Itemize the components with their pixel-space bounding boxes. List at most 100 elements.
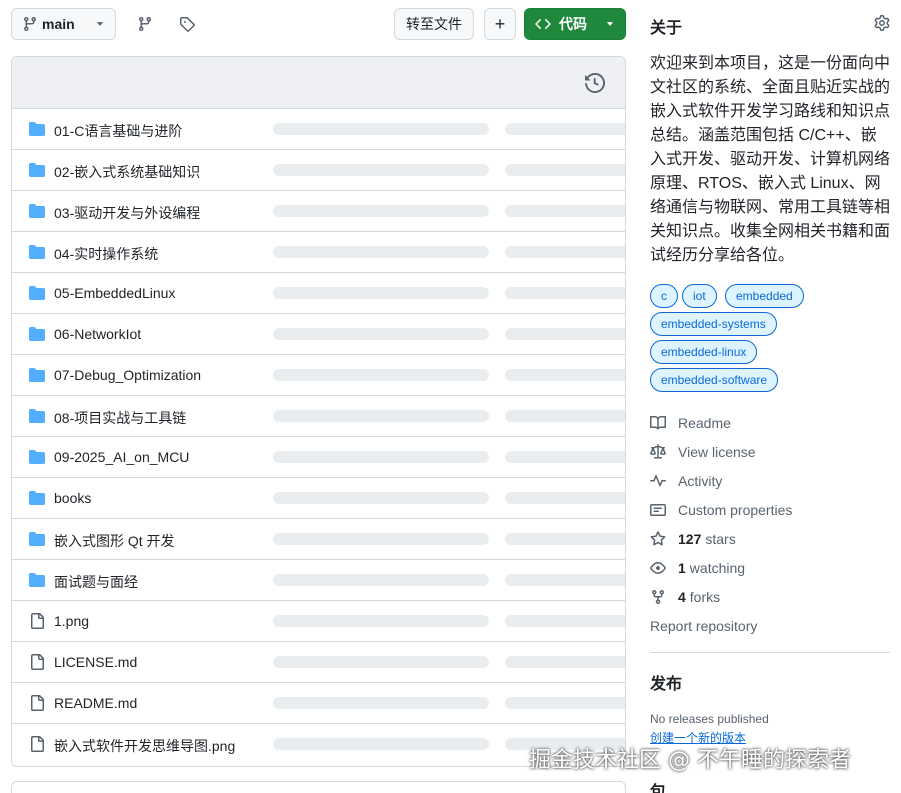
folder-icon — [29, 573, 45, 587]
file-name-link[interactable]: 03-驱动开发与外设编程 — [54, 203, 200, 223]
file-table-header — [12, 57, 625, 109]
file-row[interactable]: 02-嵌入式系统基础知识 — [12, 150, 625, 191]
commit-date-placeholder — [505, 328, 625, 340]
file-row[interactable]: README.md — [12, 683, 625, 724]
file-name-link[interactable]: LICENSE.md — [54, 654, 137, 670]
caret-down-icon — [96, 22, 104, 26]
commit-message-placeholder — [273, 451, 489, 463]
commit-message-placeholder — [273, 697, 489, 709]
code-button[interactable]: 代码 — [524, 8, 626, 40]
file-row[interactable]: 03-驱动开发与外设编程 — [12, 191, 625, 232]
readme-link-label: Readme — [678, 415, 731, 431]
add-file-button[interactable]: + — [484, 8, 516, 40]
commit-message-placeholder — [273, 246, 489, 258]
readme-link[interactable]: Readme — [650, 412, 890, 434]
releases-heading[interactable]: 发布 — [650, 670, 682, 694]
license-link-label: View license — [678, 444, 756, 460]
branch-label: main — [42, 16, 75, 32]
commit-message-placeholder — [273, 533, 489, 545]
file-row[interactable]: 07-Debug_Optimization — [12, 355, 625, 396]
file-row[interactable]: 04-实时操作系统 — [12, 232, 625, 273]
stars-label: stars — [705, 531, 736, 547]
topic-tag[interactable]: iot — [682, 284, 717, 308]
file-name-link[interactable]: books — [54, 490, 91, 506]
commit-date-placeholder — [505, 451, 625, 463]
file-name-link[interactable]: 01-C语言基础与进阶 — [54, 121, 182, 141]
custom-properties-label: Custom properties — [678, 502, 793, 518]
file-row[interactable]: 1.png — [12, 601, 625, 642]
folder-icon — [29, 122, 45, 136]
pulse-icon — [650, 475, 666, 487]
file-name-link[interactable]: 06-NetworkIot — [54, 326, 141, 342]
folder-icon — [29, 450, 45, 464]
topic-tag[interactable]: embedded — [725, 284, 804, 308]
forks-link[interactable]: 4 forks — [650, 586, 890, 608]
file-rows: 01-C语言基础与进阶 02-嵌入式系统基础知识 03-驱动开发与外设编程 04-实时… — [12, 109, 625, 765]
file-name-link[interactable]: 02-嵌入式系统基础知识 — [54, 162, 200, 182]
file-row[interactable]: 06-NetworkIot — [12, 314, 625, 355]
about-heading: 关于 — [650, 20, 683, 37]
topic-tag[interactable]: c — [650, 284, 678, 308]
topic-tag[interactable]: embedded-linux — [650, 340, 758, 364]
law-icon — [650, 444, 666, 459]
file-name-link[interactable]: README.md — [54, 695, 137, 711]
packages-heading[interactable]: 包 — [650, 778, 666, 793]
file-table: 01-C语言基础与进阶 02-嵌入式系统基础知识 03-驱动开发与外设编程 04-实时… — [11, 56, 626, 767]
file-name-link[interactable]: 08-项目实战与工具链 — [54, 408, 186, 428]
custom-properties-link[interactable]: Custom properties — [650, 499, 890, 521]
file-row[interactable]: 05-EmbeddedLinux — [12, 273, 625, 314]
branches-link[interactable] — [129, 8, 161, 40]
file-row[interactable]: 09-2025_AI_on_MCU — [12, 437, 625, 478]
file-row[interactable]: 08-项目实战与工具链 — [12, 396, 625, 437]
commit-date-placeholder — [505, 164, 625, 176]
topic-tag[interactable]: embedded-systems — [650, 312, 777, 336]
topic-tag[interactable]: embedded-software — [650, 368, 779, 392]
report-repository-link[interactable]: Report repository — [650, 615, 890, 637]
file-name-link[interactable]: 09-2025_AI_on_MCU — [54, 449, 189, 465]
commit-message-placeholder — [273, 369, 489, 381]
tags-link[interactable] — [171, 8, 203, 40]
commit-message-placeholder — [273, 164, 489, 176]
activity-link[interactable]: Activity — [650, 470, 890, 492]
file-name-link[interactable]: 嵌入式图形 Qt 开发 — [54, 531, 175, 551]
commit-date-placeholder — [505, 287, 625, 299]
forks-count: 4 — [678, 589, 686, 605]
commit-message-placeholder — [273, 574, 489, 586]
folder-icon — [29, 204, 45, 218]
fork-icon — [652, 590, 664, 605]
file-name-link[interactable]: 05-EmbeddedLinux — [54, 285, 175, 301]
file-name-link[interactable]: 面试题与面经 — [54, 572, 138, 592]
file-row[interactable]: LICENSE.md — [12, 642, 625, 683]
forks-label: forks — [689, 589, 721, 605]
license-link[interactable]: View license — [650, 441, 890, 463]
gear-icon[interactable] — [874, 15, 890, 31]
branches-icon — [138, 17, 151, 32]
go-to-file-button[interactable]: 转至文件 — [394, 8, 474, 40]
stars-link[interactable]: 127 stars — [650, 528, 890, 550]
commit-message-placeholder — [273, 656, 489, 668]
folder-icon — [29, 532, 45, 546]
file-icon — [31, 613, 44, 629]
book-icon — [650, 415, 666, 430]
file-name-link[interactable]: 04-实时操作系统 — [54, 244, 158, 264]
file-row[interactable]: 嵌入式图形 Qt 开发 — [12, 519, 625, 560]
watchers-link[interactable]: 1 watching — [650, 557, 890, 579]
watching-label: watching — [689, 560, 746, 576]
commit-message-placeholder — [273, 205, 489, 217]
file-icon — [31, 736, 44, 752]
file-row[interactable]: 面试题与面经 — [12, 560, 625, 601]
branch-select-button[interactable]: main — [11, 8, 116, 40]
folder-icon — [29, 368, 45, 382]
commit-date-placeholder — [505, 697, 625, 709]
commit-date-placeholder — [505, 246, 625, 258]
file-name-link[interactable]: 嵌入式软件开发思维导图.png — [54, 736, 235, 756]
commit-date-placeholder — [505, 533, 625, 545]
file-row[interactable]: 01-C语言基础与进阶 — [12, 109, 625, 150]
section-divider — [650, 652, 890, 653]
history-icon[interactable] — [585, 73, 605, 93]
file-name-link[interactable]: 07-Debug_Optimization — [54, 367, 201, 383]
file-name-link[interactable]: 1.png — [54, 613, 89, 629]
commit-date-placeholder — [505, 123, 625, 135]
commit-message-placeholder — [273, 410, 489, 422]
file-row[interactable]: books — [12, 478, 625, 519]
